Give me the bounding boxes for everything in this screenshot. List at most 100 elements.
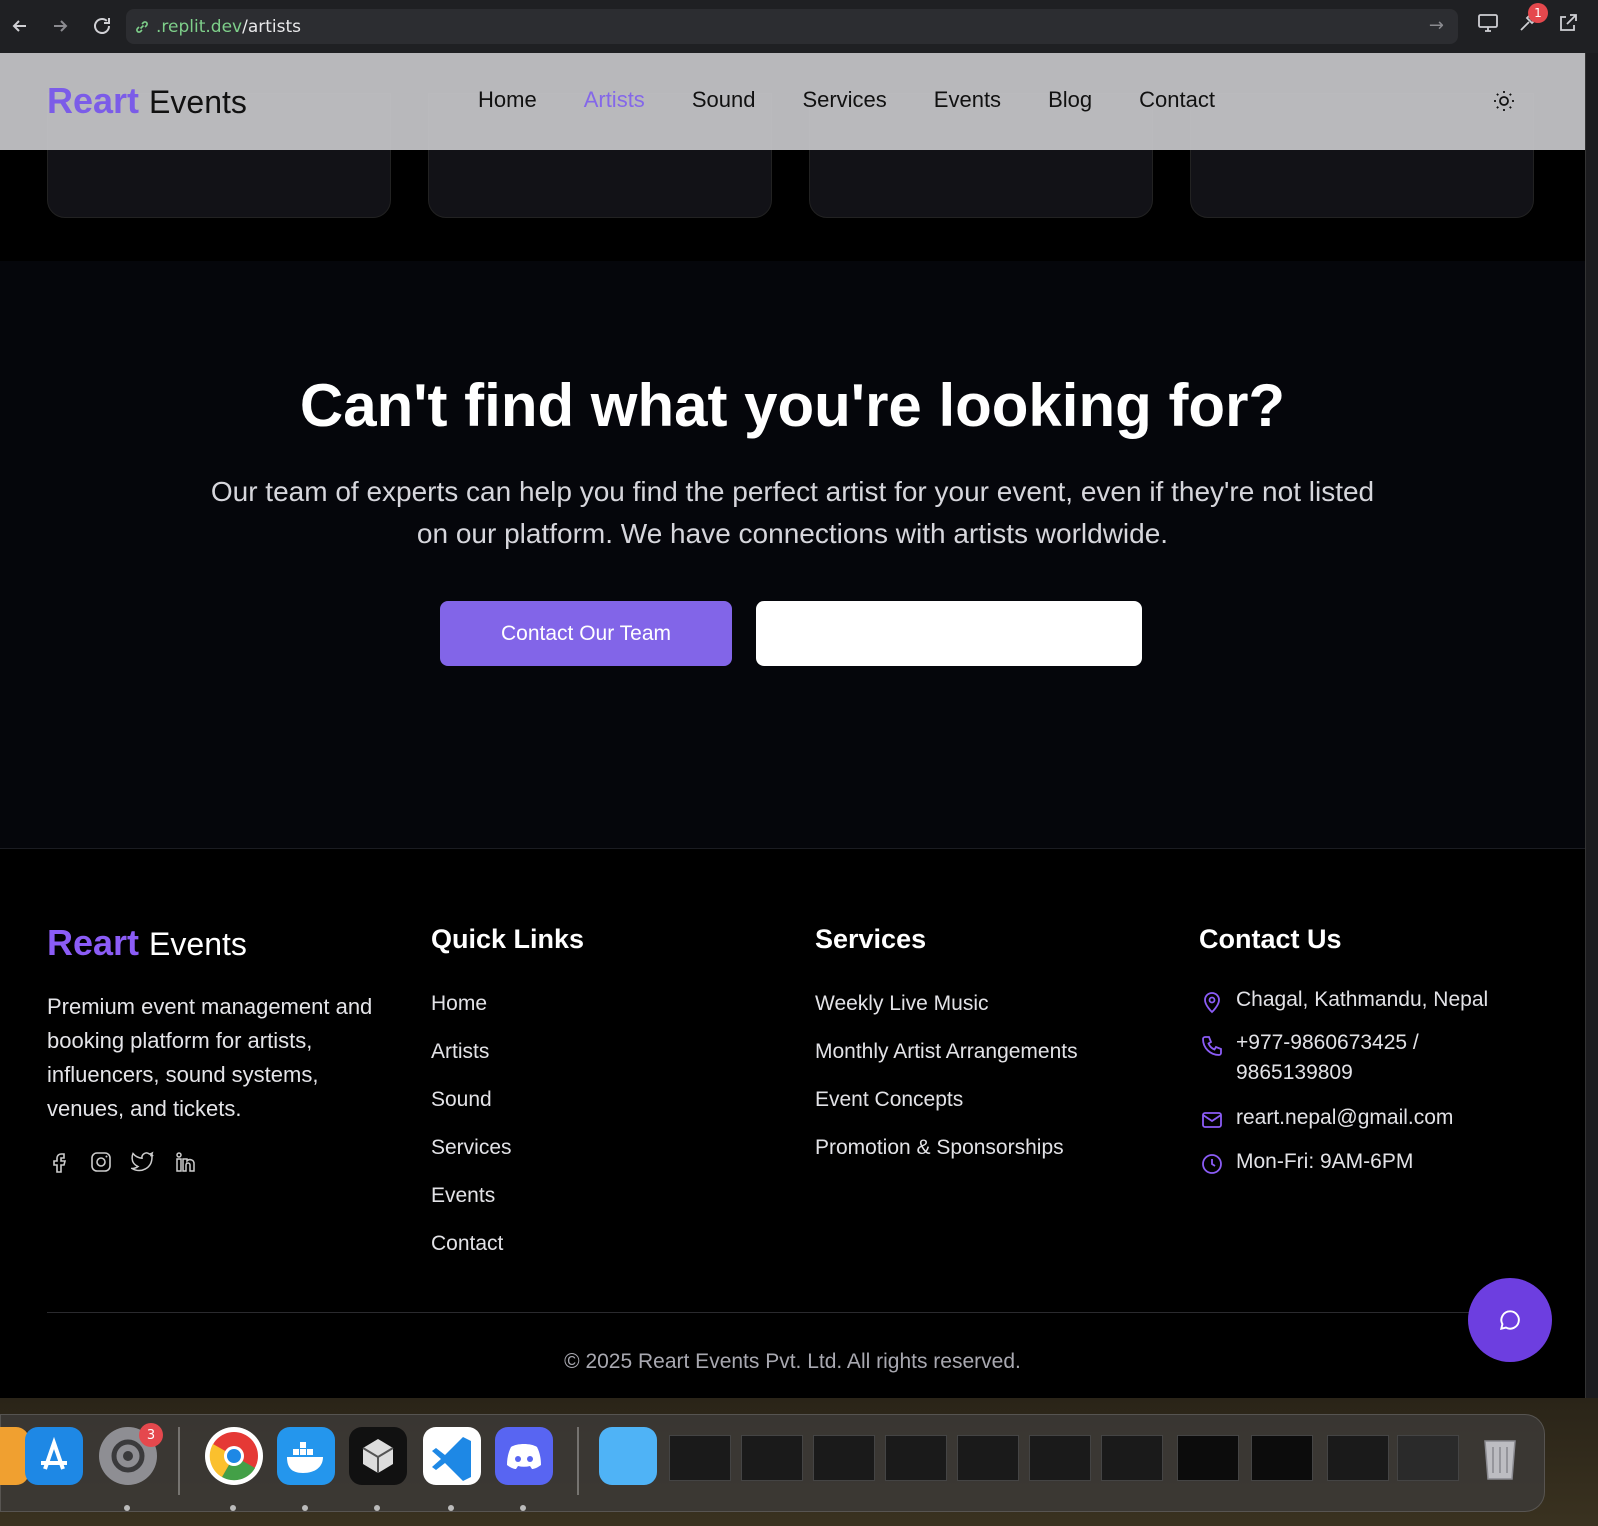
twitter-icon[interactable] [129,1150,155,1174]
url-domain: .replit.dev [156,16,243,37]
contact-team-button[interactable]: Contact Our Team [440,601,732,666]
logo-brand: Reart [47,80,140,121]
nav-link-artists[interactable]: Artists [584,87,645,113]
monitor-icon[interactable] [1476,11,1502,37]
docker-icon[interactable] [277,1427,335,1485]
facebook-icon[interactable] [47,1150,71,1174]
map-pin-icon [1204,992,1220,1014]
window-thumbnail[interactable] [1177,1435,1239,1481]
back-arrow-icon[interactable] [0,6,40,46]
quick-links-list: Home Artists Sound Services Events Conta… [431,992,512,1280]
running-indicator [302,1505,308,1511]
chat-button[interactable] [1468,1278,1552,1362]
dock-separator [577,1427,579,1495]
secondary-cta-button[interactable] [756,601,1142,666]
window-thumbnail[interactable] [1029,1435,1091,1481]
nav-link-events[interactable]: Events [934,87,1001,113]
contact-phone: +977-9860673425 / 9865139809 [1200,1031,1488,1088]
discord-icon[interactable] [495,1427,553,1485]
phone-line-1[interactable]: +977-9860673425 / [1236,1028,1419,1058]
linkedin-icon[interactable] [173,1150,197,1174]
nav-link-home[interactable]: Home [478,87,537,113]
trash-icon[interactable] [1471,1427,1529,1485]
window-thumbnail[interactable] [669,1435,731,1481]
macos-dock: 3 [0,1414,1545,1512]
clock-icon [1202,1154,1222,1174]
footer-link-events[interactable]: Events [431,1184,512,1232]
site-navbar: Reart Events Home Artists Sound Services … [0,53,1585,150]
settings-badge: 3 [139,1423,163,1447]
page-viewport: Reart Events Home Artists Sound Services … [0,53,1585,1398]
social-links [47,1150,197,1174]
nav-links: Home Artists Sound Services Events Blog … [478,87,1215,113]
footer-link-sound[interactable]: Sound [431,1088,512,1136]
chrome-icon[interactable] [205,1427,263,1485]
address-bar[interactable]: .replit.dev/artists → [126,9,1458,44]
3d-app-icon[interactable] [349,1427,407,1485]
footer-link-artists[interactable]: Artists [431,1040,512,1088]
go-arrow-icon[interactable]: → [1429,15,1444,36]
window-thumbnail[interactable] [1251,1435,1313,1481]
chat-bubble-icon [1500,1310,1520,1330]
services-list: Weekly Live Music Monthly Artist Arrange… [815,992,1078,1184]
url-path: /artists [242,16,302,37]
footer-link-services[interactable]: Services [431,1136,512,1184]
address-text: Chagal, Kathmandu, Nepal [1236,988,1489,1011]
running-indicator [230,1505,236,1511]
services-title: Services [815,924,927,954]
link-icon [136,20,148,33]
nav-link-contact[interactable]: Contact [1139,87,1215,113]
instagram-icon[interactable] [89,1150,113,1174]
tools-icon[interactable]: 1 [1516,3,1548,37]
page-scrollbar[interactable] [1585,53,1598,1398]
footer-logo[interactable]: Reart Events [47,922,247,964]
window-thumbnail[interactable] [813,1435,875,1481]
running-indicator [124,1505,130,1511]
nav-link-sound[interactable]: Sound [692,87,756,113]
phone-line-2[interactable]: 9865139809 [1236,1058,1419,1088]
email-text[interactable]: reart.nepal@gmail.com [1236,1106,1453,1130]
window-thumbnail[interactable] [1397,1435,1459,1481]
service-link-weekly-live-music[interactable]: Weekly Live Music [815,992,1078,1040]
site-footer: Reart Events Premium event management and… [0,850,1585,1398]
contact-list: Chagal, Kathmandu, Nepal +977-9860673425… [1200,988,1488,1194]
vscode-icon[interactable] [423,1427,481,1485]
nav-link-blog[interactable]: Blog [1048,87,1092,113]
service-link-promotion[interactable]: Promotion & Sponsorships [815,1136,1078,1184]
phone-icon [1202,1036,1222,1056]
footer-link-home[interactable]: Home [431,992,512,1040]
quick-links-title: Quick Links [431,924,585,954]
nav-link-services[interactable]: Services [802,87,886,113]
contact-address: Chagal, Kathmandu, Nepal [1200,988,1488,1014]
browser-toolbar: .replit.dev/artists → 1 [0,0,1598,53]
service-link-monthly-artist[interactable]: Monthly Artist Arrangements [815,1040,1078,1088]
window-thumbnail[interactable] [885,1435,947,1481]
open-external-icon[interactable] [1556,11,1582,37]
footer-link-contact[interactable]: Contact [431,1232,512,1280]
site-logo[interactable]: Reart Events [47,80,247,122]
dock-separator [178,1427,180,1495]
window-thumbnail[interactable] [957,1435,1019,1481]
running-indicator [374,1505,380,1511]
contact-hours: Mon-Fri: 9AM-6PM [1200,1150,1488,1176]
footer-divider [47,1312,1535,1313]
cta-section: Can't find what you're looking for? Our … [0,261,1585,849]
cta-text: Our team of experts can help you find th… [210,476,1375,549]
mail-icon [1202,1112,1222,1128]
cta-title: Can't find what you're looking for? [299,372,1286,439]
footer-logo-suffix: Events [149,926,247,962]
contact-title: Contact Us [1199,924,1342,954]
window-thumbnail[interactable] [1327,1435,1389,1481]
service-link-event-concepts[interactable]: Event Concepts [815,1088,1078,1136]
footer-logo-brand: Reart [47,922,140,963]
window-thumbnail[interactable] [1101,1435,1163,1481]
copyright-text: © 2025 Reart Events Pvt. Ltd. All rights… [564,1350,1021,1373]
reload-icon[interactable] [82,6,122,46]
logo-suffix: Events [149,84,247,120]
hours-text: Mon-Fri: 9AM-6PM [1236,1150,1414,1173]
forward-arrow-icon[interactable] [40,6,80,46]
sun-icon[interactable] [1492,89,1516,113]
app-store-icon[interactable] [25,1427,83,1485]
folder-icon[interactable] [599,1427,657,1485]
window-thumbnail[interactable] [741,1435,803,1481]
